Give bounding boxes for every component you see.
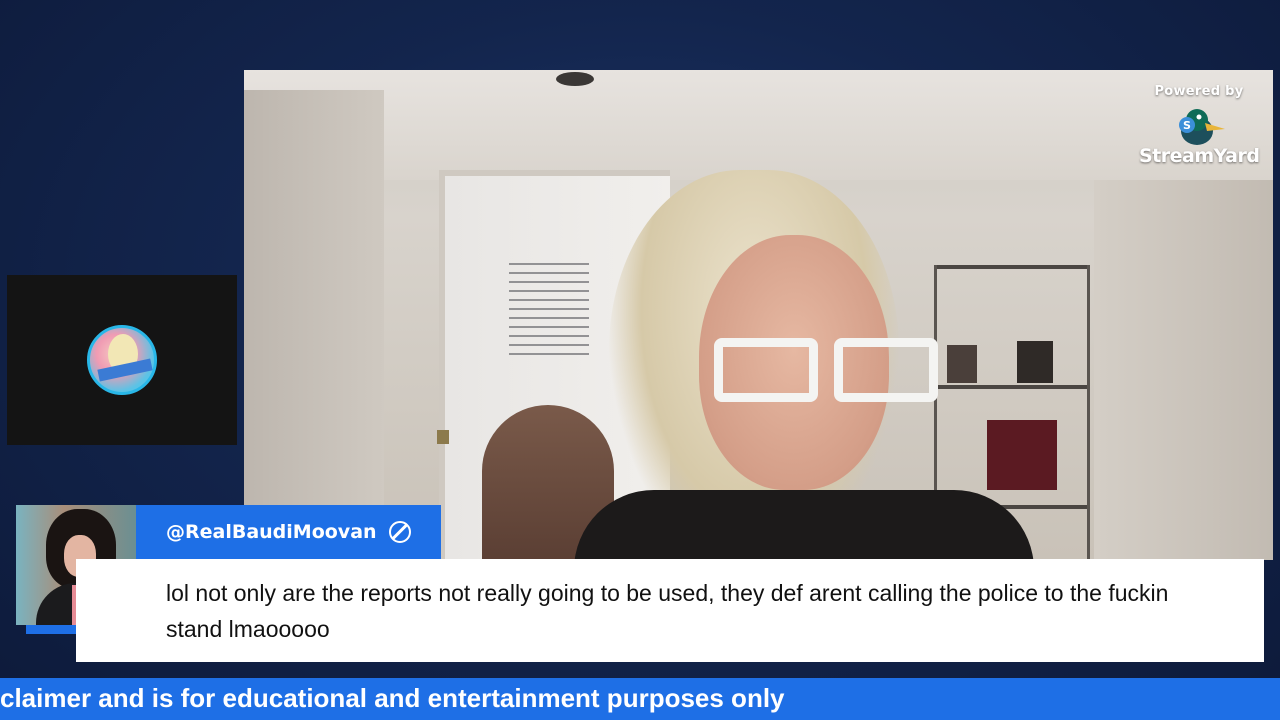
powered-by-badge: Powered by S StreamYard bbox=[1139, 84, 1260, 167]
svg-text:S: S bbox=[1183, 119, 1191, 132]
avatar bbox=[87, 325, 157, 395]
streamyard-duck-icon: S bbox=[1179, 109, 1225, 145]
wall bbox=[1094, 180, 1273, 560]
powered-by-label: Powered by bbox=[1154, 84, 1244, 99]
ban-icon bbox=[388, 521, 411, 543]
glasses-lens bbox=[714, 338, 818, 402]
news-ticker: claimer and is for educational and enter… bbox=[0, 678, 1280, 720]
comment-handle-banner: @RealBaudiMoovan bbox=[136, 505, 441, 559]
comment-message: lol not only are the reports not really … bbox=[166, 580, 1169, 642]
comment-handle: @RealBaudiMoovan bbox=[166, 521, 377, 543]
shelf-item bbox=[1017, 341, 1053, 383]
participant-tile bbox=[7, 275, 237, 445]
shelf-item bbox=[987, 420, 1057, 490]
person-body bbox=[574, 490, 1034, 560]
door-note bbox=[509, 256, 589, 356]
ceiling bbox=[244, 70, 1273, 180]
door-knob bbox=[437, 430, 449, 444]
main-video-feed: Powered by S StreamYard bbox=[244, 70, 1273, 560]
yard-wordmark: Yard bbox=[1213, 145, 1260, 167]
shelf-board bbox=[937, 385, 1087, 389]
comment-message-box: lol not only are the reports not really … bbox=[76, 559, 1264, 662]
glasses-lens bbox=[834, 338, 938, 402]
wall bbox=[244, 90, 384, 560]
shelf-board bbox=[937, 265, 1087, 269]
shelf-item bbox=[947, 345, 977, 383]
stream-wordmark: Stream bbox=[1139, 145, 1214, 167]
glasses bbox=[714, 338, 944, 410]
ticker-text: claimer and is for educational and enter… bbox=[0, 683, 785, 713]
ceiling-light bbox=[556, 72, 594, 86]
streamyard-wordmark: StreamYard bbox=[1139, 145, 1260, 167]
